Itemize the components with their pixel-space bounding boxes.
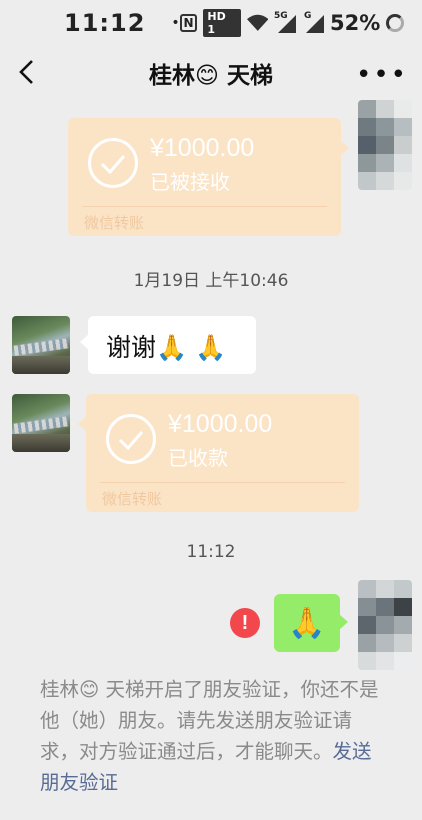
check-circle-icon — [88, 138, 138, 188]
message-emoji: 🙏 — [288, 605, 326, 641]
divider — [100, 482, 345, 483]
transfer-amount: ¥1000.00 — [150, 134, 255, 162]
transfer-status: 已收款 — [168, 446, 228, 470]
notice-text: 桂林😊 天梯开启了朋友验证，你还不是他（她）朋友。请先发送朋友验证请求，对方验证… — [40, 678, 379, 763]
transfer-card-sent[interactable]: ¥1000.00 已被接收 微信转账 — [68, 118, 349, 236]
message-bubble-sent[interactable]: 🙏 — [274, 594, 348, 652]
transfer-amount: ¥1000.00 — [168, 410, 273, 438]
status-icons: N HD 1 5G G 52% — [179, 9, 405, 37]
chat-title: 桂林😊 天梯 — [149, 63, 273, 89]
timestamp: 11:12 — [186, 542, 236, 562]
send-failed-icon[interactable]: ! — [230, 608, 260, 638]
signal-g-group: G — [302, 11, 325, 33]
message-text: 谢谢🙏 🙏 — [106, 333, 227, 362]
net-5g-label: 5G — [274, 11, 288, 21]
bubble-tail — [78, 416, 87, 432]
friend-avatar[interactable] — [12, 394, 70, 452]
chevron-left-icon — [19, 60, 33, 84]
status-time: 11:12 — [64, 9, 146, 37]
my-avatar[interactable] — [358, 580, 412, 670]
check-circle-icon — [106, 414, 156, 464]
message-bubble-received[interactable]: 谢谢🙏 🙏 — [80, 316, 256, 374]
bubble-tail — [340, 140, 349, 156]
my-avatar[interactable] — [358, 100, 412, 190]
friend-verification-notice: 桂林😊 天梯开启了朋友验证，你还不是他（她）朋友。请先发送朋友验证请求，对方验证… — [40, 674, 386, 798]
net-g-label: G — [304, 11, 312, 21]
bubble-tail — [80, 334, 89, 350]
signal-5g-group: 5G — [274, 11, 297, 33]
chat-area[interactable]: ¥1000.00 已被接收 微信转账 1月19日 上午10:46 谢谢🙏 🙏 ¥… — [0, 100, 422, 820]
hd-badge: HD 1 — [203, 9, 241, 37]
more-options-button[interactable]: ••• — [356, 60, 408, 90]
timestamp: 1月19日 上午10:46 — [133, 271, 289, 291]
transfer-label: 微信转账 — [84, 214, 145, 232]
transfer-status: 已被接收 — [150, 170, 230, 194]
battery-icon — [386, 14, 405, 32]
notification-dot: • — [171, 15, 180, 31]
divider — [82, 206, 327, 207]
chat-header: 桂林😊 天梯 ••• — [0, 46, 422, 100]
transfer-label: 微信转账 — [102, 490, 163, 508]
bubble-tail — [339, 614, 348, 630]
nfc-icon: N — [179, 14, 198, 32]
transfer-card-received[interactable]: ¥1000.00 已收款 微信转账 — [78, 394, 359, 512]
wifi-icon — [246, 14, 269, 31]
friend-avatar[interactable] — [12, 316, 70, 374]
back-button[interactable] — [12, 56, 44, 88]
status-bar: 11:12 • N HD 1 5G G 52% — [0, 0, 422, 46]
battery-percent: 52% — [330, 11, 381, 35]
